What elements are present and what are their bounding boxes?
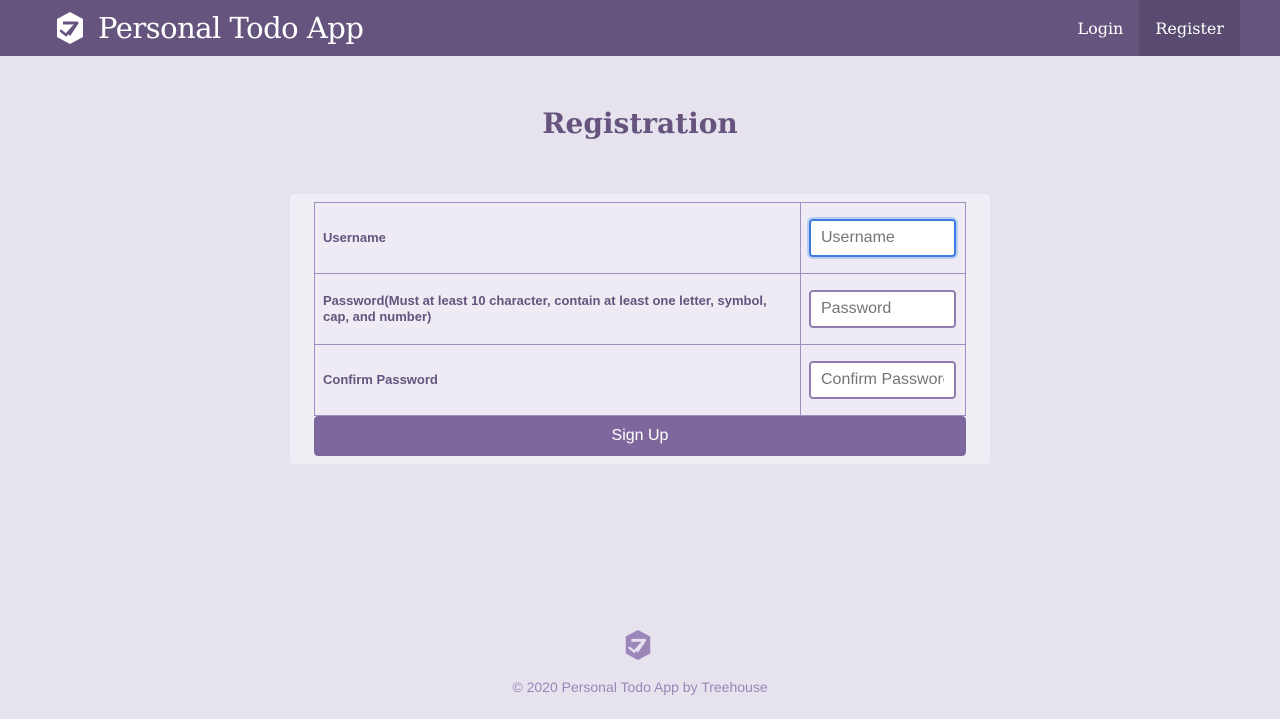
sign-up-button[interactable]: Sign Up <box>314 416 966 456</box>
confirm-password-input[interactable] <box>809 361 956 399</box>
username-cell <box>800 202 966 274</box>
nav-login-link[interactable]: Login <box>1061 0 1139 56</box>
registration-form: Username Password(Must at least 10 chara… <box>290 194 990 464</box>
navbar: Personal Todo App Login Register <box>0 0 1280 56</box>
nav-register-link[interactable]: Register <box>1139 0 1240 56</box>
password-cell <box>800 273 966 345</box>
page-title: Registration <box>542 107 738 140</box>
footer-copyright: © 2020 Personal Todo App by Treehouse <box>512 679 768 695</box>
app-title: Personal Todo App <box>98 11 364 45</box>
nav-links: Login Register <box>1061 0 1240 56</box>
password-row: Password(Must at least 10 character, con… <box>314 273 966 345</box>
todo-logo-icon <box>625 629 651 661</box>
password-label: Password(Must at least 10 character, con… <box>314 273 801 345</box>
todo-logo-icon <box>57 12 83 44</box>
username-row: Username <box>314 202 966 274</box>
confirm-password-label: Confirm Password <box>314 344 801 416</box>
username-input[interactable] <box>809 219 956 257</box>
confirm-password-row: Confirm Password <box>314 344 966 416</box>
brand[interactable]: Personal Todo App <box>55 10 364 46</box>
username-label: Username <box>314 202 801 274</box>
confirm-password-cell <box>800 344 966 416</box>
registration-table: Username Password(Must at least 10 chara… <box>314 202 966 416</box>
password-input[interactable] <box>809 290 956 328</box>
